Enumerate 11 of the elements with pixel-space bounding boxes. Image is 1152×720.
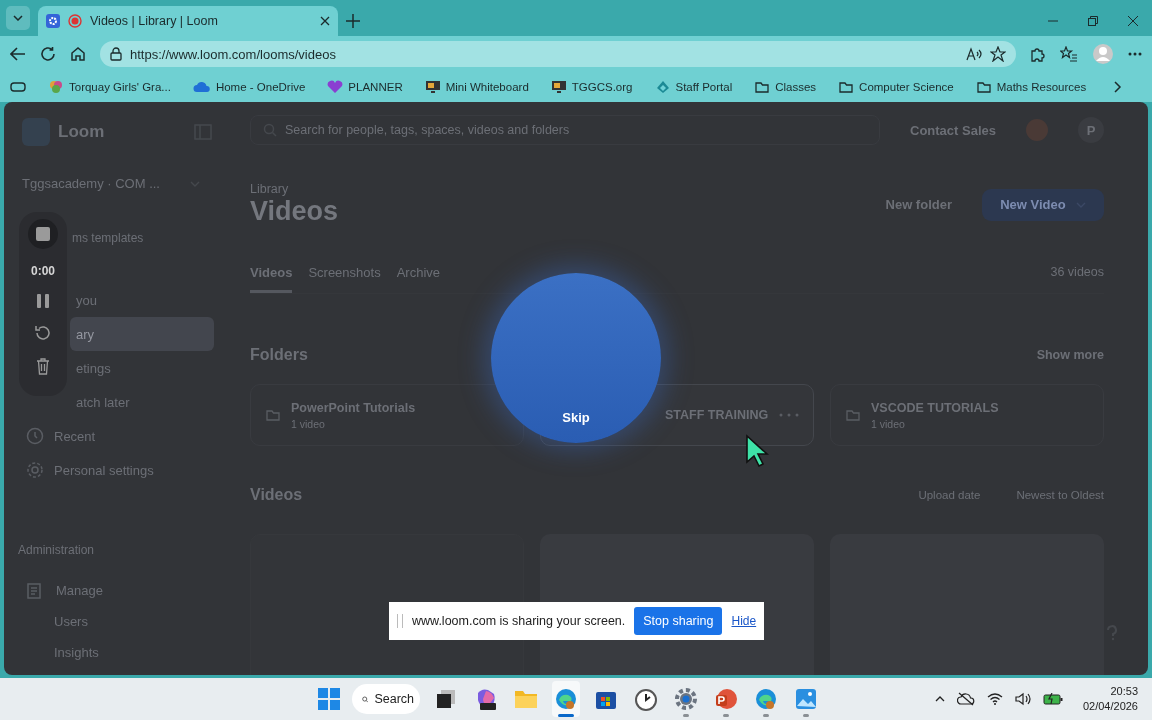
folder-name: PowerPoint Tutorials bbox=[291, 400, 416, 415]
folder-name: STAFF TRAINING bbox=[665, 408, 769, 422]
section-heading: Folders bbox=[250, 346, 308, 364]
video-count: 36 videos bbox=[1050, 265, 1104, 281]
logo-text: Loom bbox=[58, 122, 105, 142]
section-heading: Administration bbox=[18, 543, 96, 557]
recording-timer: 0:00 bbox=[31, 264, 55, 278]
section-heading: Videos bbox=[250, 486, 303, 504]
folder-name: VSCODE TUTORIALS bbox=[871, 400, 999, 415]
sharing-message: www.loom.com is sharing your screen. bbox=[412, 614, 626, 628]
page-title: Videos bbox=[250, 196, 339, 227]
